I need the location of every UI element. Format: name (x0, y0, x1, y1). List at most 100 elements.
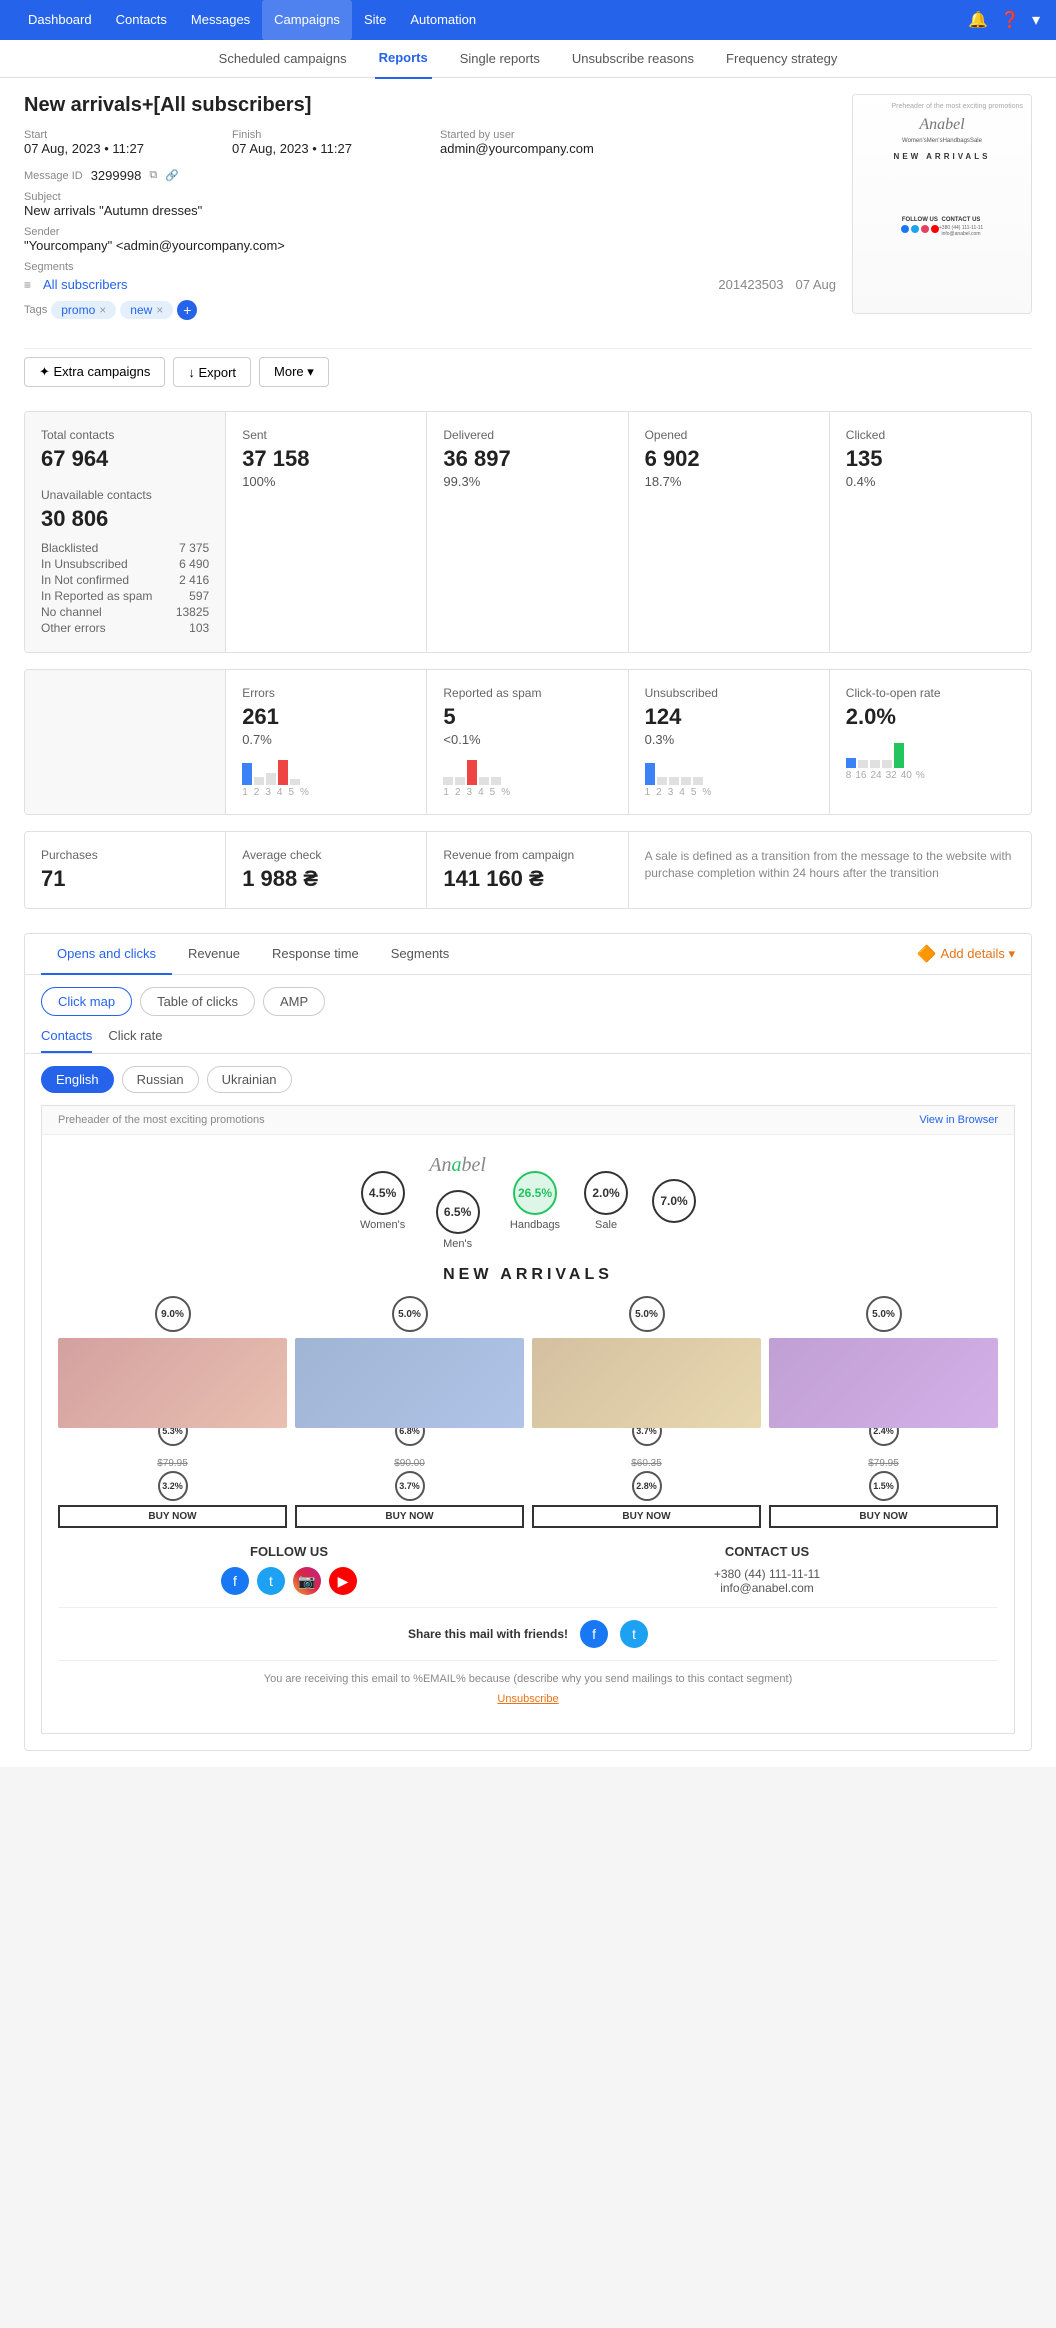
copy-icon[interactable]: ⧉ (149, 169, 157, 182)
avg-check-card: Average check 1 988 ₴ (226, 832, 427, 908)
sale-note-card: A sale is defined as a transition from t… (629, 832, 1031, 908)
product-2-price-bubble[interactable]: 3.7% (395, 1471, 425, 1501)
product-3-buynow[interactable]: BUY NOW (532, 1505, 761, 1528)
product-3-top-bubble[interactable]: 5.0% (629, 1296, 665, 1332)
mens-bubble[interactable]: 6.5% (436, 1190, 480, 1234)
product-1-image[interactable] (58, 1338, 287, 1428)
segments-label: Segments (24, 261, 836, 273)
subnav-single-reports[interactable]: Single reports (456, 40, 544, 78)
handbags-bubble[interactable]: 26.5% (513, 1171, 557, 1215)
cto-value: 2.0% (846, 704, 1015, 730)
subnav-frequency-strategy[interactable]: Frequency strategy (722, 40, 841, 78)
help-icon[interactable]: ❓ (1000, 10, 1020, 30)
share-facebook-icon[interactable]: f (580, 1620, 608, 1648)
unsub-value: 124 (645, 704, 813, 730)
link-icon[interactable]: 🔗 (165, 169, 179, 182)
product-2-price: $90.00 (394, 1458, 425, 1469)
purchases-row: Purchases 71 Average check 1 988 ₴ Reven… (24, 831, 1032, 909)
subnav-reports[interactable]: Reports (375, 39, 432, 79)
tab-revenue[interactable]: Revenue (172, 934, 256, 975)
product-3-image[interactable] (532, 1338, 761, 1428)
product-3-price: $60.35 (631, 1458, 662, 1469)
clicked-pct: 0.4% (846, 474, 1015, 489)
contact-tab-contacts[interactable]: Contacts (41, 1028, 92, 1053)
nav-mens: Anabel 6.5% Men's (429, 1151, 486, 1250)
extra-bubble[interactable]: 7.0% (652, 1179, 696, 1223)
subtab-amp[interactable]: AMP (263, 987, 325, 1016)
purchases-label: Purchases (41, 848, 209, 862)
product-1-buynow[interactable]: BUY NOW (58, 1505, 287, 1528)
nav-site[interactable]: Site (352, 0, 398, 40)
more-button[interactable]: More ▾ (259, 357, 329, 387)
nav-messages[interactable]: Messages (179, 0, 262, 40)
in-unsubscribed-label: In Unsubscribed (41, 557, 128, 571)
nav-campaigns[interactable]: Campaigns (262, 0, 352, 40)
tag-add-button[interactable]: + (177, 300, 197, 320)
womens-bubble[interactable]: 4.5% (361, 1171, 405, 1215)
lang-tab-russian[interactable]: Russian (122, 1066, 199, 1093)
product-4-top-bubble[interactable]: 5.0% (866, 1296, 902, 1332)
bell-icon[interactable]: 🔔 (968, 10, 988, 30)
nav-handbags: 26.5% Handbags (510, 1171, 560, 1231)
blacklisted-value: 7 375 (179, 541, 209, 555)
product-3-price-bubble[interactable]: 2.8% (632, 1471, 662, 1501)
segment-date: 07 Aug (796, 277, 837, 292)
started-by-value: admin@yourcompany.com (440, 141, 836, 156)
share-twitter-icon[interactable]: t (620, 1620, 648, 1648)
tag-new: new × (120, 301, 173, 319)
segment-name[interactable]: All subscribers (43, 277, 128, 292)
subnav-unsubscribe-reasons[interactable]: Unsubscribe reasons (568, 40, 698, 78)
view-in-browser-link[interactable]: View in Browser (919, 1114, 998, 1126)
meta-grid: Start 07 Aug, 2023 • 11:27 Finish 07 Aug… (24, 129, 836, 156)
product-2-image[interactable] (295, 1338, 524, 1428)
lang-tab-ukrainian[interactable]: Ukrainian (207, 1066, 292, 1093)
tab-opens-clicks[interactable]: Opens and clicks (41, 934, 172, 975)
product-1-top-bubble[interactable]: 9.0% (155, 1296, 191, 1332)
opens-clicks-section: Opens and clicks Revenue Response time S… (24, 933, 1032, 1751)
tab-segments[interactable]: Segments (375, 934, 466, 975)
product-4-price-bubble[interactable]: 1.5% (869, 1471, 899, 1501)
export-button[interactable]: ↓ Export (173, 357, 251, 387)
nav-dashboard[interactable]: Dashboard (16, 0, 104, 40)
stat-total-contacts: Total contacts 67 964 Unavailable contac… (25, 412, 226, 652)
stats-grid-top: Total contacts 67 964 Unavailable contac… (24, 411, 1032, 653)
product-2-buynow[interactable]: BUY NOW (295, 1505, 524, 1528)
no-channel-label: No channel (41, 605, 102, 619)
instagram-icon[interactable]: 📷 (293, 1567, 321, 1595)
subtab-click-map[interactable]: Click map (41, 987, 132, 1016)
nav-automation[interactable]: Automation (398, 0, 488, 40)
errors-label: Errors (242, 686, 410, 700)
facebook-icon[interactable]: f (221, 1567, 249, 1595)
header-info: New arrivals+[All subscribers] Start 07 … (24, 94, 836, 332)
contact-tab-click-rate[interactable]: Click rate (108, 1028, 162, 1053)
unsubscribe-link[interactable]: Unsubscribe (74, 1693, 982, 1705)
account-dropdown-icon[interactable]: ▾ (1032, 10, 1040, 30)
products-row: 9.0% 5.3% $79.95 3.2% BUY NOW (58, 1296, 998, 1528)
tag-promo-remove[interactable]: × (99, 303, 106, 317)
product-1-price-bubble[interactable]: 3.2% (158, 1471, 188, 1501)
product-4-image[interactable] (769, 1338, 998, 1428)
footer-text: You are receiving this email to %EMAIL% … (74, 1673, 982, 1685)
purchases-card: Purchases 71 (25, 832, 226, 908)
opened-pct: 18.7% (645, 474, 813, 489)
nav-contacts[interactable]: Contacts (104, 0, 179, 40)
product-2-top-bubble[interactable]: 5.0% (392, 1296, 428, 1332)
finish-label: Finish (232, 129, 432, 141)
extra-campaigns-button[interactable]: ✦ Extra campaigns (24, 357, 165, 387)
twitter-icon[interactable]: t (257, 1567, 285, 1595)
subtab-table-clicks[interactable]: Table of clicks (140, 987, 255, 1016)
lang-tab-english[interactable]: English (41, 1066, 114, 1093)
errors-value: 261 (242, 704, 410, 730)
subnav-scheduled[interactable]: Scheduled campaigns (215, 40, 351, 78)
email-preview-thumbnail[interactable]: Preheader of the most exciting promotion… (852, 94, 1032, 314)
contact-title: CONTACT US (536, 1544, 998, 1559)
spam-pct: <0.1% (443, 732, 611, 747)
youtube-icon[interactable]: ▶ (329, 1567, 357, 1595)
start-value: 07 Aug, 2023 • 11:27 (24, 141, 224, 156)
sale-bubble[interactable]: 2.0% (584, 1171, 628, 1215)
tab-response-time[interactable]: Response time (256, 934, 375, 975)
product-4-buynow[interactable]: BUY NOW (769, 1505, 998, 1528)
add-details-button[interactable]: 🔶 Add details ▾ (917, 944, 1015, 964)
sent-pct: 100% (242, 474, 410, 489)
tag-new-remove[interactable]: × (156, 303, 163, 317)
